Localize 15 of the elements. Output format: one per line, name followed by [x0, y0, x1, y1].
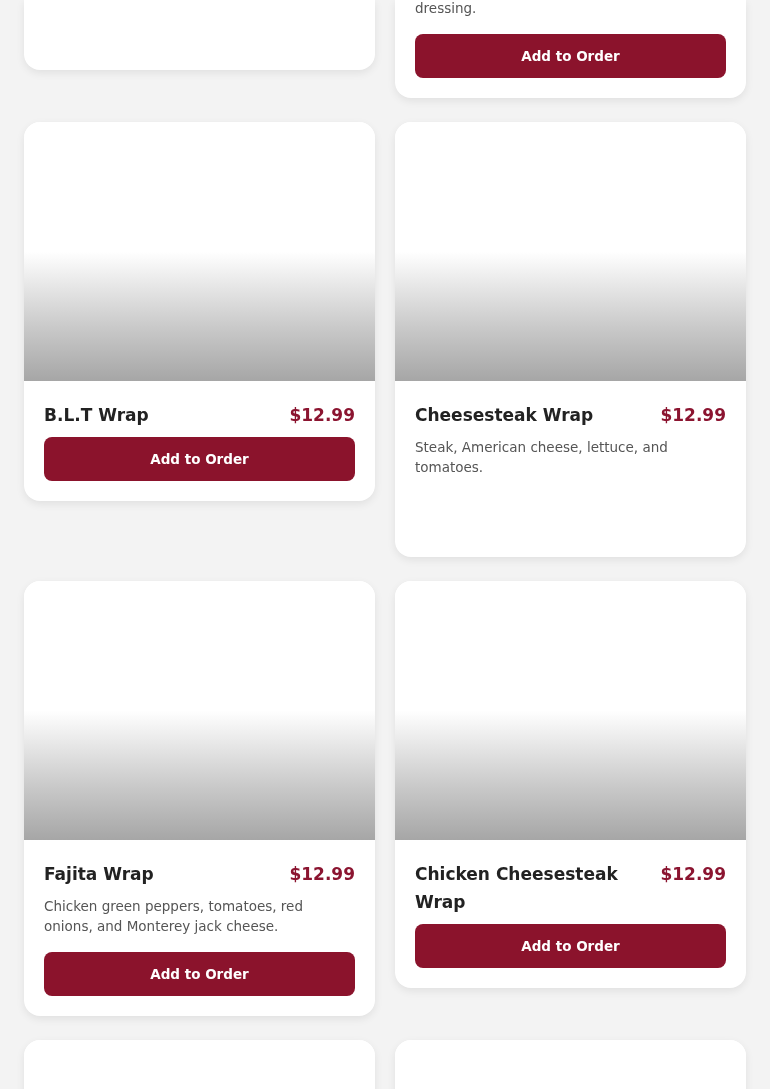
item-name: Cheesesteak Wrap	[415, 404, 594, 427]
item-name: B.L.T Wrap	[44, 404, 149, 427]
add-to-order-button[interactable]: Add to Order	[415, 34, 726, 78]
item-name: Fajita Wrap	[44, 863, 154, 886]
add-to-order-button[interactable]: Add to Order	[44, 952, 355, 996]
item-price: $12.99	[660, 404, 726, 427]
item-price: $12.99	[289, 863, 355, 886]
item-price: $12.99	[289, 404, 355, 427]
item-description: Steak, American cheese, lettuce, and tomatoes.	[415, 438, 669, 477]
item-name: Chicken Cheesesteak Wrap	[415, 863, 619, 914]
add-to-order-button[interactable]: Add to Order	[44, 437, 355, 481]
item-description: Chicken green peppers, tomatoes, red onions, and Monterey jack cheese.	[44, 897, 304, 936]
item-price: $12.99	[660, 863, 726, 886]
add-to-order-button[interactable]: Add to Order	[415, 924, 726, 968]
item-description: dressing.	[415, 0, 478, 18]
